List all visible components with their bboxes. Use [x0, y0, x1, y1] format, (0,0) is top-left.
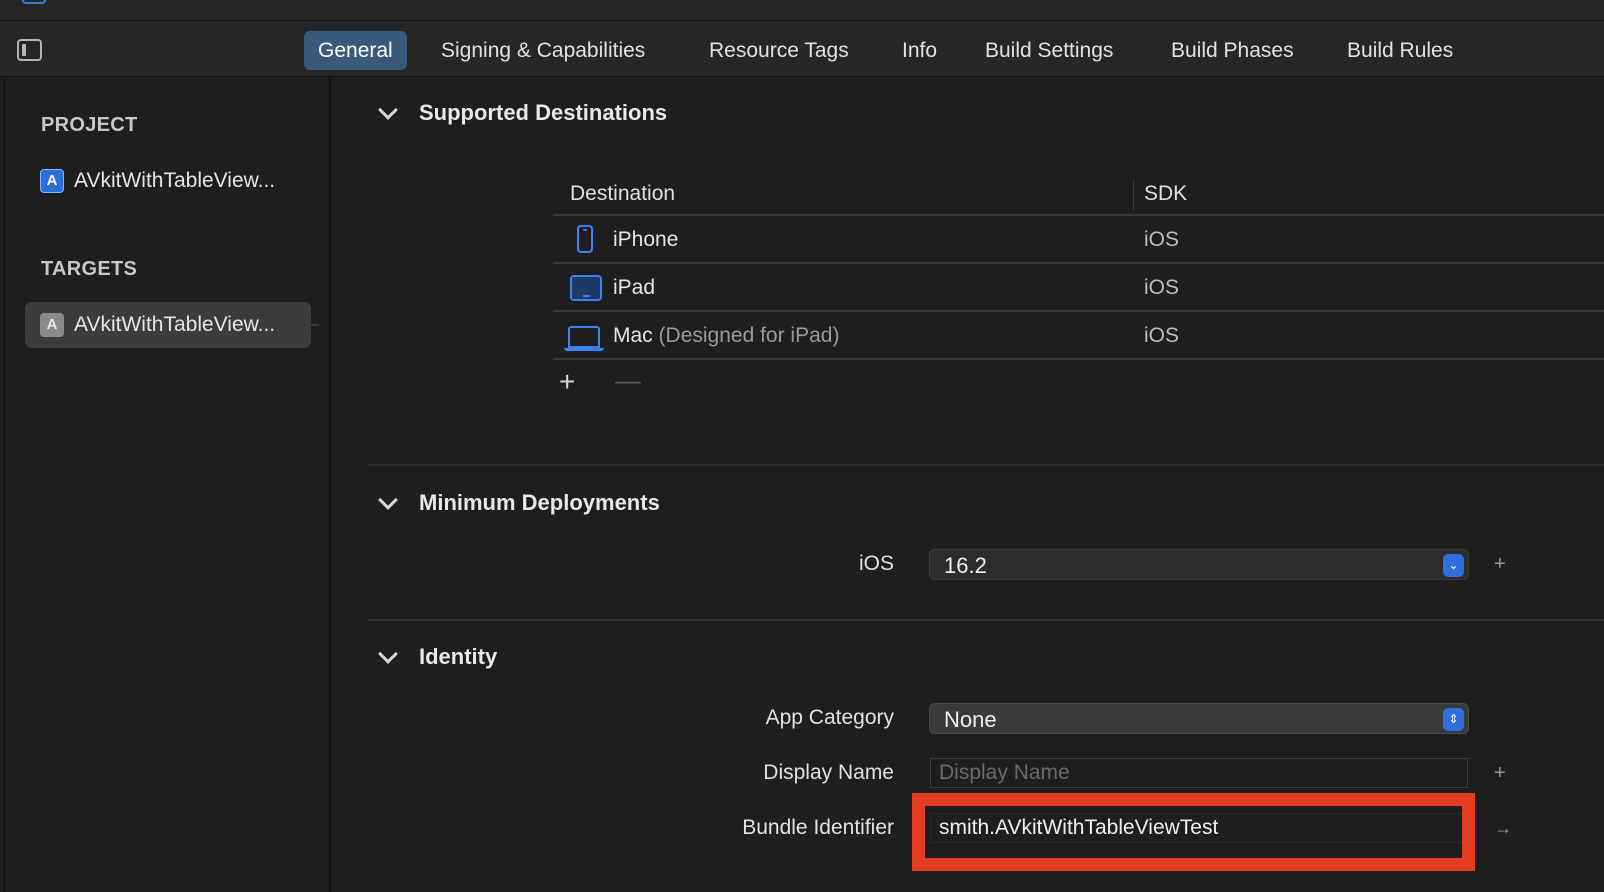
mac-icon [564, 326, 604, 351]
sidebar-toggle-icon[interactable] [17, 39, 42, 61]
add-display-name-button[interactable]: + [1494, 762, 1506, 785]
tab-build-settings[interactable]: Build Settings [971, 31, 1127, 70]
targets-header: TARGETS [41, 258, 138, 280]
tab-general[interactable]: General [304, 31, 407, 70]
chevron-down-icon [378, 644, 398, 664]
iphone-icon [577, 225, 593, 253]
sidebar-item-label: AVkitWithTableView... [74, 169, 276, 192]
table-row[interactable]: iPad iOS [553, 264, 1604, 312]
tab-build-phases[interactable]: Build Phases [1157, 31, 1308, 70]
section-title: Identity [419, 644, 498, 669]
up-down-arrows-icon: ⇕ [1443, 708, 1464, 731]
display-name-label: Display Name [763, 761, 894, 784]
general-settings-pane: Supported Destinations Destination SDK i… [333, 78, 1604, 892]
app-category-select[interactable]: None ⇕ [929, 703, 1469, 734]
bundle-identifier-label: Bundle Identifier [742, 816, 894, 839]
app-category-label: App Category [765, 706, 894, 729]
arrow-right-icon[interactable]: → [1494, 818, 1512, 839]
table-row[interactable]: Mac (Designed for iPad) iOS [553, 312, 1604, 360]
chevron-down-icon [378, 490, 398, 510]
app-category-value: None [944, 707, 997, 732]
tab-signing-capabilities[interactable]: Signing & Capabilities [427, 31, 659, 70]
section-divider [368, 619, 1604, 621]
column-separator [1133, 180, 1134, 210]
section-title: Minimum Deployments [419, 490, 660, 515]
remove-destination-button[interactable]: — [615, 366, 641, 394]
deployment-value: 16.2 [944, 553, 987, 578]
sidebar-item-target[interactable]: A AVkitWithTableView... [25, 302, 311, 348]
chevron-down-icon[interactable]: ⌄ [1443, 554, 1464, 577]
column-header-sdk[interactable]: SDK [1144, 182, 1187, 206]
project-navigator-sidebar: PROJECT A AVkitWithTableView... TARGETS … [4, 78, 331, 892]
destinations-table: Destination SDK iPhone iOS iPad iOS Mac … [553, 176, 1604, 360]
sidebar-item-project[interactable]: A AVkitWithTableView... [25, 158, 311, 204]
ios-deployment-label: iOS [858, 552, 894, 575]
editor-tab-bar: General Signing & Capabilities Resource … [0, 21, 1604, 77]
xcode-project-icon: A [40, 169, 64, 193]
app-target-icon: A [40, 313, 64, 337]
sidebar-item-label: AVkitWithTableView... [74, 313, 276, 336]
tab-resource-tags[interactable]: Resource Tags [695, 31, 863, 70]
destination-suffix: (Designed for iPad) [658, 324, 840, 347]
column-header-destination[interactable]: Destination [570, 182, 675, 206]
section-divider [368, 464, 1604, 466]
window-title-strip [0, 0, 1604, 21]
add-deployment-button[interactable]: + [1494, 553, 1506, 576]
add-destination-button[interactable]: + [559, 368, 575, 396]
destination-sdk: iOS [1144, 276, 1180, 299]
display-name-field[interactable] [930, 758, 1468, 788]
table-header: Destination SDK [553, 176, 1604, 216]
destination-sdk: iOS [1144, 228, 1180, 251]
app-icon [22, 0, 46, 4]
ipad-icon [570, 275, 602, 301]
tab-info[interactable]: Info [888, 31, 951, 70]
ios-deployment-target-combo[interactable]: 16.2 ⌄ [929, 549, 1469, 580]
destination-name: Mac (Designed for iPad) [613, 324, 840, 347]
table-row[interactable]: iPhone iOS [553, 216, 1604, 264]
chevron-down-icon [378, 100, 398, 120]
destination-name: iPhone [613, 228, 679, 251]
project-header: PROJECT [41, 114, 138, 136]
destination-sdk: iOS [1144, 324, 1180, 347]
highlight-annotation [912, 793, 1475, 871]
display-name-input[interactable] [931, 759, 1467, 787]
destination-name: iPad [613, 276, 656, 299]
tab-build-rules[interactable]: Build Rules [1333, 31, 1467, 70]
section-title: Supported Destinations [419, 100, 668, 125]
